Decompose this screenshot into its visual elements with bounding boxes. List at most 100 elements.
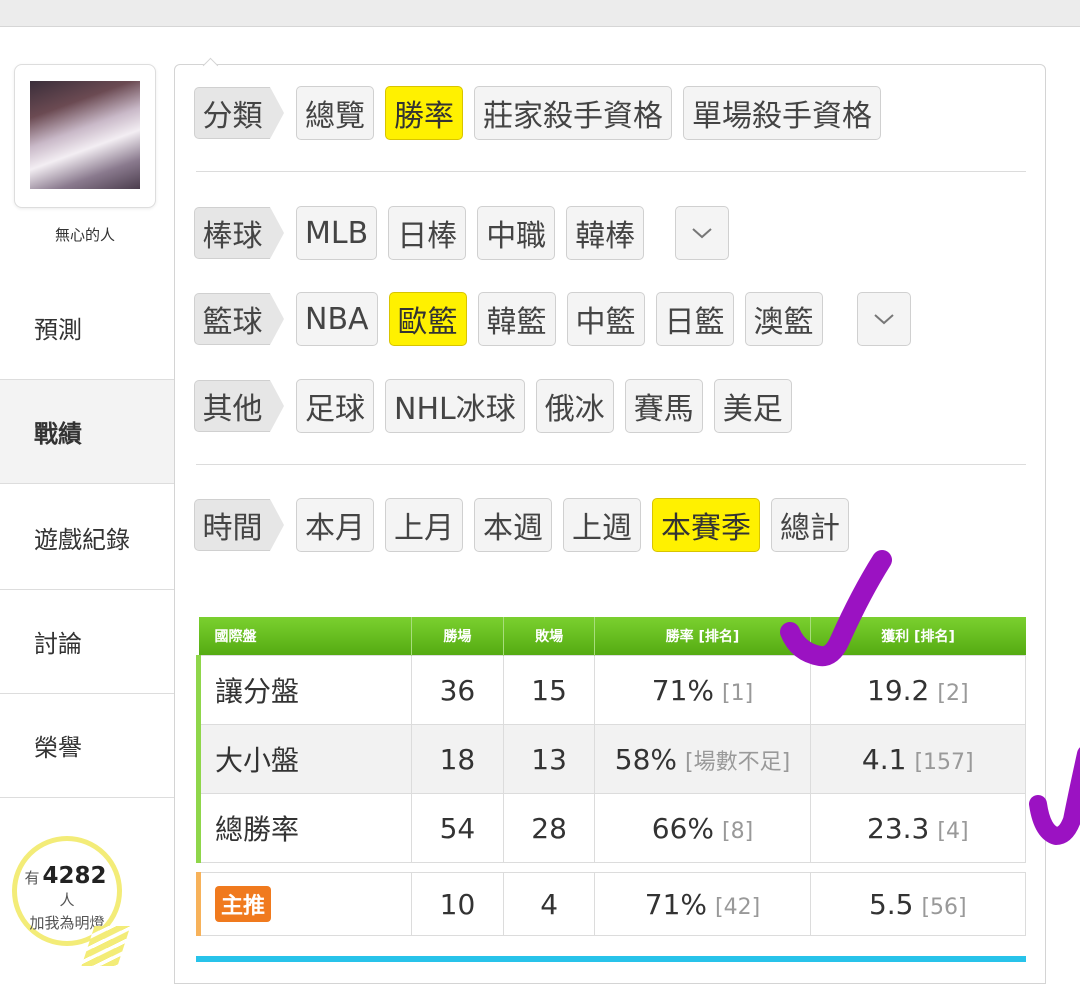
profit-rank: [157]	[914, 749, 974, 775]
nav-item-honors[interactable]: 榮譽	[0, 694, 175, 798]
filter-chip-overview[interactable]: 總覽	[296, 86, 374, 140]
nav-item-discussion[interactable]: 討論	[0, 590, 175, 694]
filter-chip-cpbl[interactable]: 中職	[477, 206, 556, 260]
row-name: 總勝率	[195, 793, 413, 863]
nav-item-game-log[interactable]: 遊戲紀錄	[0, 486, 175, 590]
filter-chip-banker-killer[interactable]: 莊家殺手資格	[474, 86, 672, 140]
baseball-more-button[interactable]	[675, 206, 730, 260]
fan-count-line: 有 4282 人	[17, 863, 117, 910]
filter-chip-kbl[interactable]: 韓籃	[477, 292, 556, 346]
filter-chip-nbl[interactable]: 澳籃	[744, 292, 823, 346]
header-losses: 敗場	[502, 617, 595, 656]
filter-chip-nfl[interactable]: 美足	[713, 379, 792, 433]
filter-chip-kbo[interactable]: 韓棒	[566, 206, 645, 260]
filter-chip-mlb[interactable]: MLB	[296, 206, 378, 260]
profit-value: 5.5	[868, 887, 914, 921]
filter-label-basketball: 籃球	[194, 293, 284, 345]
checkmark-icon	[1029, 747, 1080, 845]
profit-rank: [56]	[921, 894, 967, 920]
rate-value: 71%	[651, 673, 715, 707]
filter-chip-last-week[interactable]: 上週	[563, 498, 641, 552]
filter-chip-this-week[interactable]: 本週	[474, 498, 552, 552]
filter-chip-this-season[interactable]: 本賽季	[652, 498, 760, 552]
row-losses: 13	[502, 724, 596, 794]
filter-label-category: 分類	[194, 87, 284, 139]
filter-chip-last-month[interactable]: 上月	[385, 498, 463, 552]
filter-chip-soccer[interactable]: 足球	[296, 379, 374, 433]
rate-rank: [場數不足]	[685, 749, 791, 775]
fan-count: 4282	[42, 863, 107, 889]
fan-suffix: 人	[59, 891, 75, 909]
main-pick-table: 主推 10 4 71% [42] 5.5 [56]	[195, 872, 1027, 936]
checkmark-icon	[780, 550, 892, 667]
header-wins: 勝場	[411, 617, 504, 656]
filter-chip-win-rate[interactable]: 勝率	[385, 86, 463, 140]
filter-chip-npb[interactable]: 日棒	[388, 206, 467, 260]
stats-table: 國際盤 勝場 敗場 勝率 [排名] 獲利 [排名] 讓分盤 36 15 71% […	[195, 617, 1027, 863]
row-name: 讓分盤	[195, 655, 413, 725]
filter-chip-this-month[interactable]: 本月	[296, 498, 374, 552]
nav-label: 戰績	[34, 420, 82, 448]
divider	[196, 171, 1026, 172]
row-rate: 71% [42]	[594, 872, 811, 936]
filter-row-basketball: 籃球 NBA 歐籃 韓籃 中籃 日籃 澳籃	[194, 292, 922, 346]
avatar[interactable]	[14, 64, 156, 208]
bottom-stripe	[196, 956, 1026, 962]
row-rate: 58% [場數不足]	[594, 724, 811, 794]
nav-label: 預測	[34, 316, 82, 344]
filter-label-baseball: 棒球	[194, 207, 284, 259]
rate-value: 66%	[651, 811, 715, 845]
row-name: 大小盤	[195, 724, 413, 794]
filter-chip-nhl[interactable]: NHL冰球	[385, 379, 525, 433]
filter-chip-nba[interactable]: NBA	[296, 292, 378, 346]
row-wins: 10	[411, 872, 504, 936]
row-rate: 66% [8]	[594, 793, 811, 863]
rate-value: 71%	[644, 887, 708, 921]
avatar-image	[30, 81, 140, 189]
table-header: 國際盤 勝場 敗場 勝率 [排名] 獲利 [排名]	[198, 617, 1026, 656]
row-profit: 4.1 [157]	[809, 724, 1027, 794]
profit-rank: [2]	[937, 680, 969, 706]
filter-chip-horse-racing[interactable]: 賽馬	[624, 379, 703, 433]
row-losses: 28	[502, 793, 596, 863]
rate-rank: [42]	[715, 894, 761, 920]
chevron-down-icon	[692, 228, 712, 239]
nav-item-record[interactable]: 戰績	[0, 380, 175, 484]
row-wins: 36	[411, 655, 504, 725]
filter-chip-khl[interactable]: 俄冰	[535, 379, 614, 433]
profit-value: 4.1	[861, 742, 907, 776]
row-losses: 4	[502, 872, 596, 936]
rate-rank: [8]	[722, 818, 754, 844]
filter-label-time: 時間	[194, 499, 284, 551]
chevron-down-icon	[873, 314, 894, 325]
table-row: 總勝率 54 28 66% [8] 23.3 [4]	[195, 793, 1027, 863]
filter-row-category: 分類 總覽 勝率 莊家殺手資格 單場殺手資格	[194, 86, 892, 140]
divider	[196, 464, 1026, 465]
nav-item-predict[interactable]: 預測	[0, 276, 175, 380]
username[interactable]: 無心的人	[0, 224, 170, 245]
table-row: 主推 10 4 71% [42] 5.5 [56]	[195, 872, 1027, 936]
filter-chip-single-killer[interactable]: 單場殺手資格	[683, 86, 881, 140]
table-row: 讓分盤 36 15 71% [1] 19.2 [2]	[195, 655, 1027, 725]
row-profit: 5.5 [56]	[809, 872, 1027, 936]
filter-chip-bleague[interactable]: 日籃	[655, 292, 734, 346]
filter-label-other: 其他	[194, 380, 284, 432]
filter-chip-cba[interactable]: 中籃	[566, 292, 645, 346]
nav-label: 討論	[34, 630, 82, 658]
header-market: 國際盤	[198, 617, 412, 656]
filter-chip-euroleague[interactable]: 歐籃	[388, 292, 467, 346]
filter-row-time: 時間 本月 上月 本週 上週 本賽季 總計	[194, 498, 860, 552]
rate-value: 58%	[614, 742, 678, 776]
row-profit: 23.3 [4]	[809, 793, 1027, 863]
sidebar: 無心的人 預測 戰績 遊戲紀錄 討論 榮譽 有 4282人 加我為明燈	[0, 26, 175, 966]
main-pick-tag[interactable]: 主推	[215, 886, 272, 922]
profit-value: 23.3	[867, 811, 930, 845]
row-name: 主推	[195, 872, 413, 936]
row-losses: 15	[502, 655, 596, 725]
top-bar	[0, 0, 1080, 27]
nav-label: 遊戲紀錄	[34, 526, 130, 554]
basketball-more-button[interactable]	[856, 292, 911, 346]
table-row: 大小盤 18 13 58% [場數不足] 4.1 [157]	[195, 724, 1027, 794]
filter-row-baseball: 棒球 MLB 日棒 中職 韓棒	[194, 206, 740, 260]
row-wins: 18	[411, 724, 504, 794]
